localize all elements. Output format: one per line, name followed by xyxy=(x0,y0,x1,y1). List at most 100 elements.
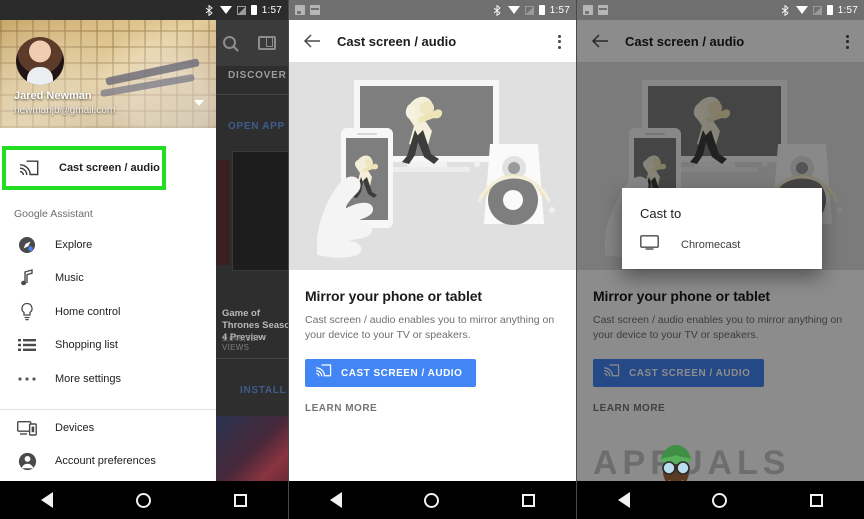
sidebar-item-account-preferences[interactable]: Account preferences xyxy=(0,445,216,479)
clock: 1:57 xyxy=(549,4,570,16)
battery-icon xyxy=(538,5,545,15)
drawer-account-header[interactable]: Jared Newman newmanjb@gmail.com xyxy=(0,20,216,128)
adjacent-card-thumb xyxy=(216,160,230,265)
nav-back-triangle-icon[interactable] xyxy=(41,492,54,508)
sidebar-item-label: More settings xyxy=(55,372,122,385)
cast-screen-audio-button[interactable]: CAST SCREEN / AUDIO xyxy=(305,359,477,387)
bluetooth-icon xyxy=(493,4,503,17)
divider xyxy=(216,94,288,95)
account-email: newmanjb@gmail.com xyxy=(14,105,116,116)
signal-icon xyxy=(236,5,246,15)
system-navigation-bar xyxy=(0,481,288,519)
divider xyxy=(216,358,288,359)
sidebar-item-more-settings[interactable]: More settings xyxy=(0,362,216,396)
tv-icon xyxy=(640,235,659,255)
explore-icon xyxy=(16,234,38,256)
account-name: Jared Newman xyxy=(14,90,92,102)
bluetooth-icon xyxy=(205,4,215,17)
dialog-device-label: Chromecast xyxy=(681,239,741,251)
cast-icon xyxy=(315,364,332,382)
promo-card-thumb[interactable] xyxy=(232,151,288,271)
system-navigation-bar xyxy=(289,481,576,519)
avatar[interactable] xyxy=(16,37,64,85)
page-title: Cast screen / audio xyxy=(337,33,457,49)
discover-label: DISCOVER xyxy=(228,70,287,81)
sidebar-item-shopping-list[interactable]: Shopping list xyxy=(0,329,216,363)
sidebar-item-label: Cast screen / audio xyxy=(59,162,160,174)
wifi-icon xyxy=(507,6,520,14)
wifi-icon xyxy=(219,6,232,14)
signal-icon xyxy=(812,5,822,15)
learn-more-link[interactable]: LEARN MORE xyxy=(305,403,560,414)
sidebar-item-label: Account preferences xyxy=(55,455,156,468)
drawer-section-label: Google Assistant xyxy=(14,208,93,220)
status-system-icons: 1:57 xyxy=(781,4,858,17)
nav-recents-square-icon[interactable] xyxy=(521,493,535,507)
drawer-assistant-items: Explore Music Home control Shopping list… xyxy=(0,228,216,396)
hero-illustration-area xyxy=(289,62,576,270)
install-button[interactable]: INSTALL xyxy=(240,385,286,396)
nav-home-circle-icon[interactable] xyxy=(135,492,151,508)
status-notifications xyxy=(583,5,608,15)
screenshot-notification-icon xyxy=(583,5,593,15)
more-vertical-icon[interactable] xyxy=(558,32,562,50)
bluetooth-icon xyxy=(781,4,791,17)
drawer-secondary-items: Devices Account preferences Offers xyxy=(0,411,216,481)
nav-home-circle-icon[interactable] xyxy=(712,492,728,508)
nav-back-triangle-icon[interactable] xyxy=(618,492,631,508)
clock: 1:57 xyxy=(837,4,858,16)
cast-mirroring-illustration xyxy=(289,68,576,264)
gmail-notification-icon xyxy=(310,5,320,15)
promo-card-views: 1,645,927 VIEWS xyxy=(222,334,261,352)
nav-home-circle-icon[interactable] xyxy=(424,492,440,508)
sidebar-item-explore[interactable]: Explore xyxy=(0,228,216,262)
dialog-device-row-chromecast[interactable]: Chromecast xyxy=(622,235,822,255)
system-navigation-bar xyxy=(577,481,864,519)
screenshot-notification-icon xyxy=(295,5,305,15)
list-icon xyxy=(16,334,38,356)
signal-icon xyxy=(524,5,534,15)
back-arrow-icon[interactable] xyxy=(303,32,321,50)
battery-icon xyxy=(826,5,833,15)
cast-icon[interactable] xyxy=(258,36,276,50)
content-heading: Mirror your phone or tablet xyxy=(305,288,482,304)
wifi-icon xyxy=(795,6,808,14)
dialog-title: Cast to xyxy=(640,206,682,221)
sidebar-item-label: Explore xyxy=(55,238,93,251)
content-body: Cast screen / audio enables you to mirro… xyxy=(305,314,555,341)
sidebar-item-cast-screen-audio[interactable]: Cast screen / audio xyxy=(4,148,164,188)
cast-icon xyxy=(18,157,40,179)
cast-button-label: CAST SCREEN / AUDIO xyxy=(341,367,463,379)
sidebar-item-home-control[interactable]: Home control xyxy=(0,295,216,329)
drawer-divider xyxy=(0,409,216,410)
status-system-icons: 1:57 xyxy=(493,4,570,17)
screenshot-stage: DISCOVER OPEN APP Game of Thrones Season… xyxy=(0,0,864,519)
caret-down-icon[interactable] xyxy=(194,100,204,106)
status-bar: 1:57 xyxy=(577,0,864,20)
battery-icon xyxy=(250,5,257,15)
sidebar-item-label: Home control xyxy=(55,305,121,318)
status-bar: 1:57 xyxy=(289,0,576,20)
nav-back-triangle-icon[interactable] xyxy=(330,492,343,508)
status-notifications xyxy=(295,5,320,15)
page-content: Mirror your phone or tablet Cast screen … xyxy=(289,270,576,414)
cast-to-dialog: Cast to Chromecast xyxy=(622,188,822,269)
account-circle-icon xyxy=(16,450,38,472)
sidebar-item-devices[interactable]: Devices xyxy=(0,411,216,445)
sidebar-item-label: Devices xyxy=(55,421,95,434)
status-system-icons: 1:57 xyxy=(205,4,282,17)
music-note-icon xyxy=(16,267,38,289)
panel-cast-screen-page: 1:57 Cast screen / audio Mirror your pho… xyxy=(289,0,576,519)
gmail-notification-icon xyxy=(598,5,608,15)
app-bar: Cast screen / audio xyxy=(289,20,576,62)
sidebar-item-label: Music xyxy=(55,272,84,285)
panel-cast-to-dialog: 1:57 Cast screen / audio Mirror your pho… xyxy=(577,0,864,519)
search-icon[interactable] xyxy=(223,36,236,49)
clock: 1:57 xyxy=(261,4,282,16)
nav-recents-square-icon[interactable] xyxy=(233,493,247,507)
panel-drawer-open: DISCOVER OPEN APP Game of Thrones Season… xyxy=(0,0,288,519)
sidebar-item-music[interactable]: Music xyxy=(0,262,216,296)
nav-recents-square-icon[interactable] xyxy=(809,493,823,507)
sidebar-item-label: Shopping list xyxy=(55,339,118,352)
open-app-button[interactable]: OPEN APP xyxy=(228,121,285,132)
